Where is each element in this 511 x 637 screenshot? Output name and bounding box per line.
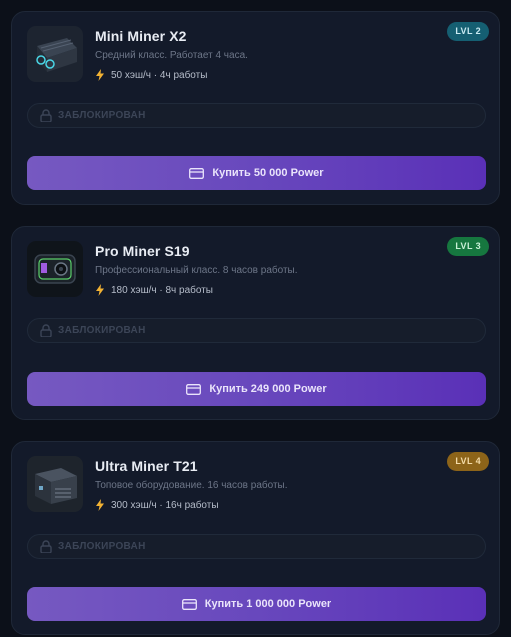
- buy-button-label: Купить 50 000 Power: [212, 167, 324, 179]
- miner-card-ultra-t21: Ultra Miner T21 Топовое оборудование. 16…: [11, 441, 500, 635]
- bolt-icon: [96, 284, 104, 296]
- miner-description: Средний класс. Работает 4 часа.: [95, 50, 248, 61]
- miner-stats-text: 50 хэш/ч · 4ч работы: [111, 69, 208, 81]
- miner-stats: 180 хэш/ч · 8ч работы: [95, 284, 213, 296]
- level-badge: LVL 2: [447, 22, 489, 41]
- level-badge: LVL 4: [447, 452, 489, 471]
- locked-label: ЗАБЛОКИРОВАН: [58, 110, 146, 121]
- bolt-icon: [96, 69, 104, 81]
- locked-label: ЗАБЛОКИРОВАН: [58, 325, 146, 336]
- buy-button[interactable]: Купить 1 000 000 Power: [27, 587, 486, 621]
- miner-stats: 50 хэш/ч · 4ч работы: [95, 69, 207, 81]
- level-badge: LVL 3: [447, 237, 489, 256]
- credit-card-icon: [189, 167, 205, 179]
- lock-icon: [40, 324, 52, 337]
- mini-miner-device-icon: [27, 26, 83, 82]
- bolt-icon: [96, 499, 104, 511]
- buy-button[interactable]: Купить 249 000 Power: [27, 372, 486, 406]
- miner-description: Профессиональный класс. 8 часов работы.: [95, 265, 298, 276]
- credit-card-icon: [186, 383, 202, 395]
- buy-button[interactable]: Купить 50 000 Power: [27, 156, 486, 190]
- miner-card-pro-s19: Pro Miner S19 Профессиональный класс. 8 …: [11, 226, 500, 420]
- credit-card-icon: [181, 598, 197, 610]
- locked-status: ЗАБЛОКИРОВАН: [27, 103, 486, 128]
- miner-name: Mini Miner X2: [95, 28, 187, 44]
- miner-name: Ultra Miner T21: [95, 458, 198, 474]
- locked-status: ЗАБЛОКИРОВАН: [27, 318, 486, 343]
- miner-description: Топовое оборудование. 16 часов работы.: [95, 480, 288, 491]
- miner-stats-text: 180 хэш/ч · 8ч работы: [111, 284, 213, 296]
- ultra-miner-device-icon: [27, 456, 83, 512]
- miner-stats-text: 300 хэш/ч · 16ч работы: [111, 499, 219, 511]
- pro-miner-device-icon: [27, 241, 83, 297]
- miner-shop-list: Mini Miner X2 Средний класс. Работает 4 …: [0, 0, 511, 637]
- buy-button-label: Купить 1 000 000 Power: [204, 598, 332, 610]
- buy-button-label: Купить 249 000 Power: [209, 383, 327, 395]
- lock-icon: [40, 109, 52, 122]
- miner-name: Pro Miner S19: [95, 243, 190, 259]
- miner-card-mini-x2: Mini Miner X2 Средний класс. Работает 4 …: [11, 11, 500, 205]
- lock-icon: [40, 540, 52, 553]
- locked-label: ЗАБЛОКИРОВАН: [58, 541, 146, 552]
- locked-status: ЗАБЛОКИРОВАН: [27, 534, 486, 559]
- miner-stats: 300 хэш/ч · 16ч работы: [95, 499, 219, 511]
